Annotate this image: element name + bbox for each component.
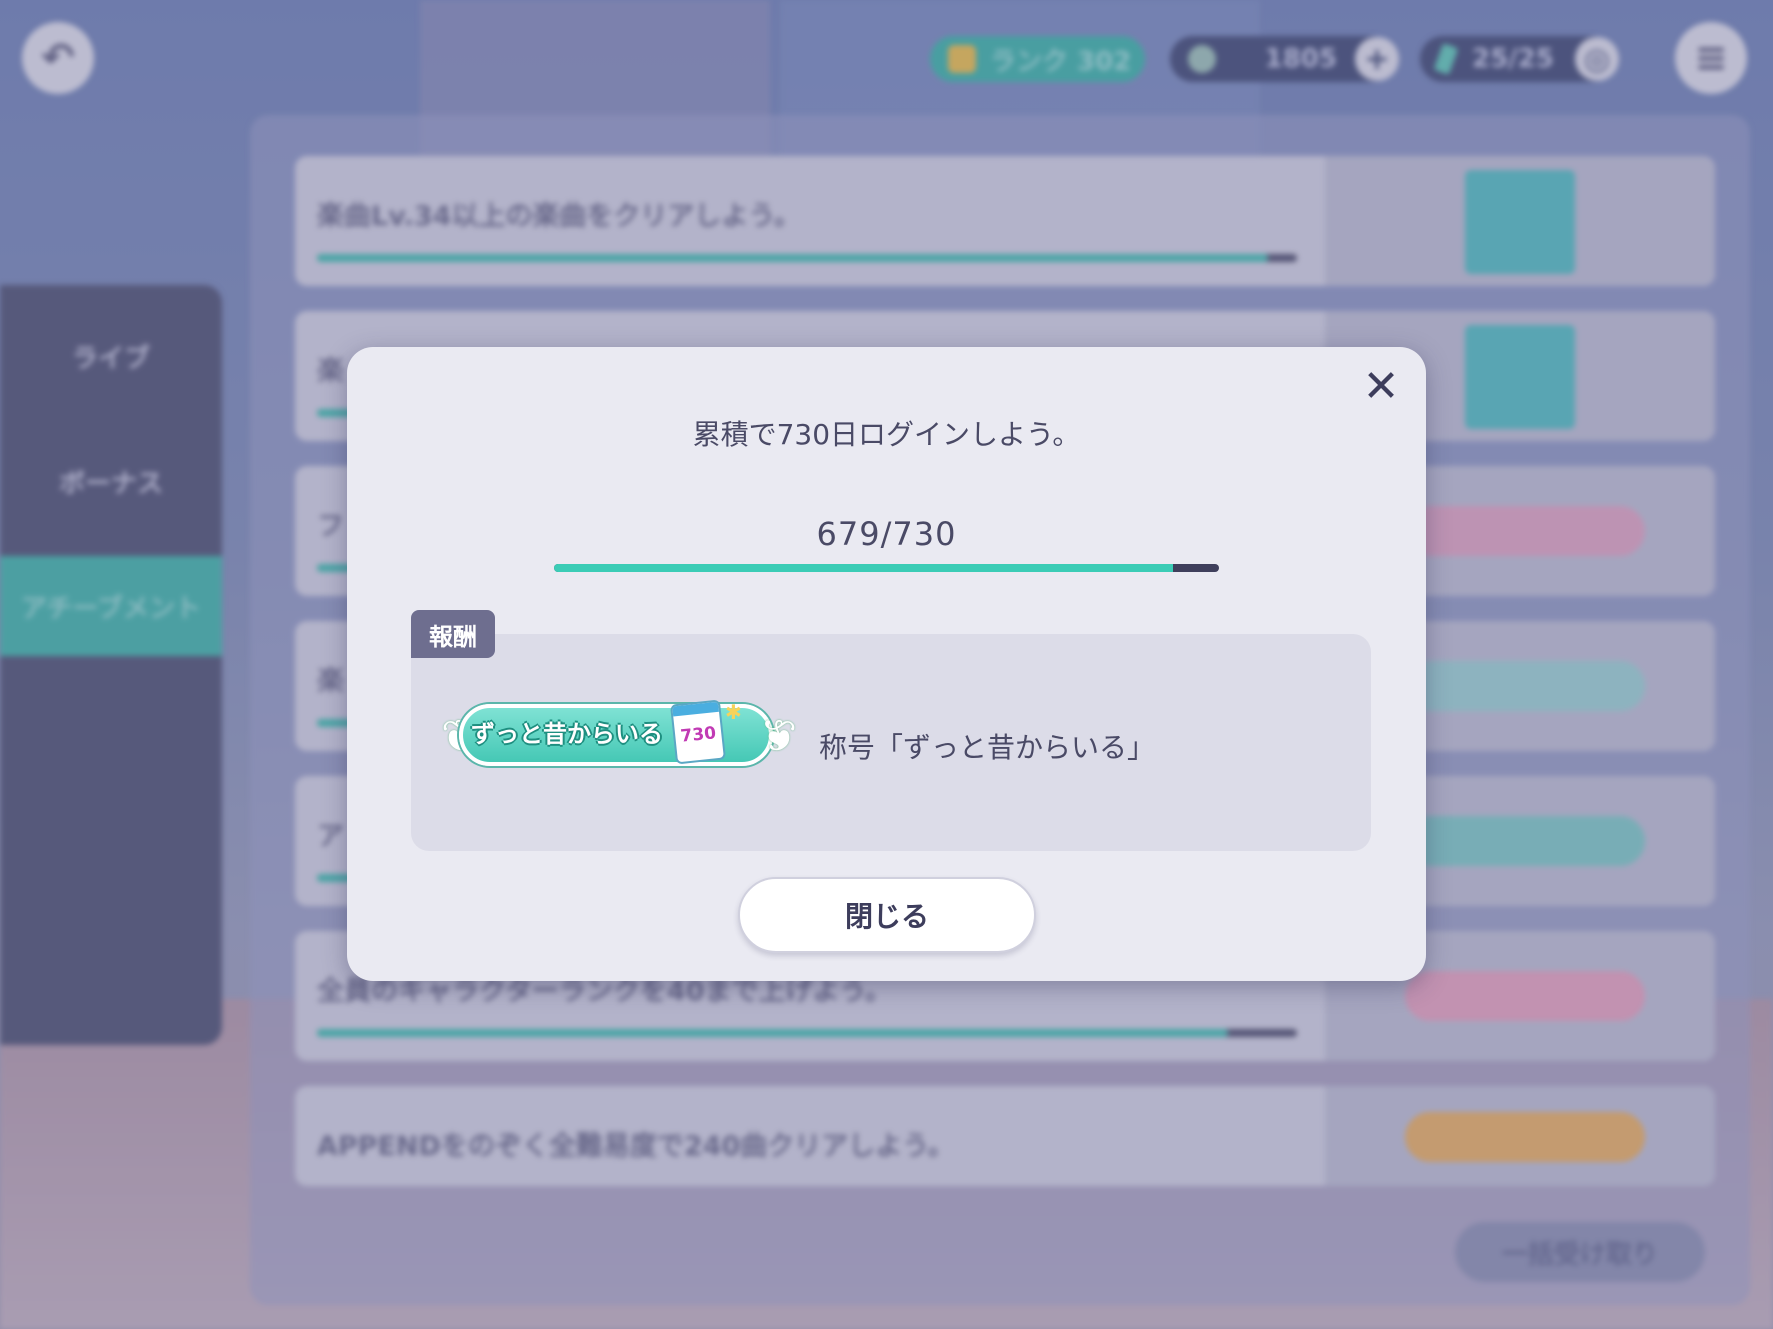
mission-description: 累積で730日ログインしよう。 (692, 418, 1081, 451)
title-badge: ❦ ずっと昔からいる 730 ✱ ❦ (441, 696, 797, 774)
badge-text: ずっと昔からいる (471, 720, 663, 748)
close-x-icon: ✕ (1362, 360, 1400, 412)
badge-number: 730 (679, 723, 718, 747)
reward-box: ❦ ずっと昔からいる 730 ✱ ❦ 称号「ずっと昔からいる」 (411, 634, 1371, 851)
reward-name: 称号「ずっと昔からいる」 (819, 731, 1156, 764)
close-x-button[interactable]: ✕ (1356, 360, 1406, 412)
reward-tag: 報酬 (411, 610, 495, 658)
progress-text: 679/730 (816, 515, 957, 553)
mission-detail-modal: ✕ 累積で730日ログインしよう。 679/730 ❦ ずっと昔からいる 730… (347, 347, 1426, 981)
star-icon: ✱ (725, 700, 742, 724)
progress-bar-fill (554, 564, 1173, 572)
progress-bar (554, 564, 1219, 572)
laurel-icon: ❦ (760, 711, 797, 762)
calendar-icon: 730 (670, 699, 726, 765)
close-button[interactable]: 閉じる (738, 877, 1036, 953)
